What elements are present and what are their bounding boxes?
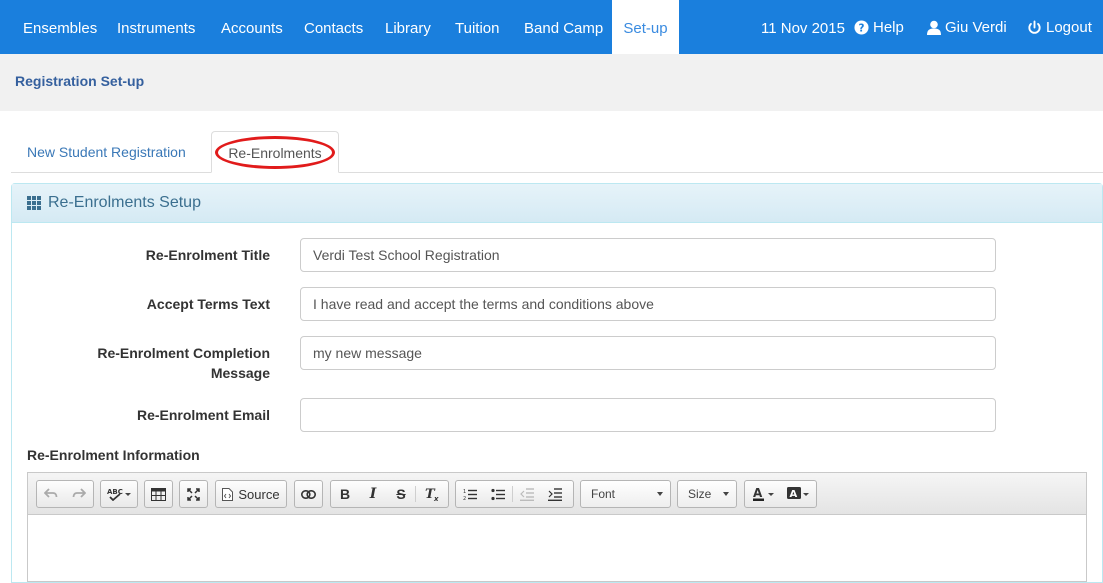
font-select[interactable]: Font [580, 480, 671, 508]
spellcheck-icon: ABC [101, 481, 137, 507]
color-group: A A [744, 480, 817, 508]
source-icon [222, 487, 234, 501]
accept-terms-text-input[interactable]: I have read and accept the terms and con… [300, 287, 996, 321]
spellcheck-button[interactable]: ABC [100, 480, 138, 508]
source-button[interactable]: Source [215, 480, 287, 508]
re-enrolment-title-input[interactable]: Verdi Test School Registration [300, 238, 996, 272]
source-button-inner: Source [216, 481, 286, 507]
link-icon [295, 481, 322, 507]
accept-terms-text-label: Accept Terms Text [146, 296, 270, 312]
source-label: Source [238, 486, 280, 502]
editor-toolbar: ABC Source B I S T x 1 2 Font Size A A [28, 473, 1086, 515]
undo-redo-group [36, 480, 94, 508]
italic-icon[interactable]: I [359, 481, 387, 507]
undo-icon[interactable] [37, 481, 65, 507]
panel-title: Re-Enrolments Setup [48, 194, 201, 211]
bulleted-list-icon[interactable] [484, 481, 512, 507]
remove-format-icon[interactable]: Tx [416, 481, 448, 507]
current-date: 11 Nov 2015 [761, 20, 845, 37]
link-button[interactable] [294, 480, 323, 508]
user-name: Giu Verdi [945, 18, 1007, 36]
bold-icon[interactable]: B [331, 481, 359, 507]
font-select-label: Font [591, 487, 616, 501]
numbered-list-icon[interactable]: 12 [456, 481, 484, 507]
maximize-icon [180, 481, 207, 507]
svg-text:1: 1 [463, 489, 466, 495]
page-title: Registration Set-up [15, 73, 145, 89]
text-color-icon[interactable]: A [745, 481, 781, 507]
completion-message-label-line2: Message [210, 365, 270, 381]
svg-text:A: A [790, 489, 798, 500]
svg-text:A: A [753, 487, 763, 500]
editor-content-area[interactable] [28, 515, 1086, 581]
completion-message-label: Re-Enrolment Completion Message [12, 343, 270, 383]
completion-message-input[interactable]: my new message [300, 336, 996, 370]
grid-icon [27, 196, 41, 210]
nav-ensembles[interactable]: Ensembles [23, 0, 97, 54]
power-icon [1028, 19, 1041, 34]
nav-tuition[interactable]: Tuition [455, 0, 499, 54]
completion-message-label-line1: Re-Enrolment Completion [97, 345, 270, 361]
size-select[interactable]: Size [677, 480, 737, 508]
basic-styles-group: B I S Tx [330, 480, 449, 508]
table-icon [145, 481, 172, 507]
help-link[interactable]: ? Help [854, 0, 904, 54]
svg-text:2: 2 [463, 496, 466, 501]
nav-instruments[interactable]: Instruments [117, 0, 195, 54]
outdent-icon[interactable] [513, 481, 541, 507]
user-menu[interactable]: Giu Verdi [927, 0, 1007, 54]
nav-contacts[interactable]: Contacts [304, 0, 363, 54]
tab-re-enrolments[interactable]: Re-Enrolments [211, 131, 339, 173]
re-enrolment-title-label: Re-Enrolment Title [145, 247, 270, 263]
svg-text:?: ? [859, 22, 865, 34]
help-label: Help [873, 18, 904, 36]
rich-text-editor: ABC Source B I S T x 1 2 Font Size A A [27, 472, 1087, 582]
nav-library[interactable]: Library [385, 0, 431, 54]
chevron-down-icon [723, 492, 729, 496]
top-navbar: Ensembles Instruments Accounts Contacts … [0, 0, 1103, 54]
background-color-icon[interactable]: A [781, 481, 817, 507]
list-indent-group: 12 [455, 480, 574, 508]
redo-icon[interactable] [65, 481, 93, 507]
page-header: Registration Set-up [0, 54, 1103, 111]
re-enrolment-email-input[interactable] [300, 398, 996, 432]
re-enrolment-email-label: Re-Enrolment Email [136, 407, 270, 423]
strike-icon[interactable]: S [387, 481, 415, 507]
highlight-circle [215, 136, 335, 169]
logout-link[interactable]: Logout [1027, 0, 1092, 54]
question-circle-icon: ? [854, 19, 869, 35]
svg-text:x: x [433, 495, 439, 501]
indent-icon[interactable] [541, 481, 569, 507]
tabs-divider [11, 172, 1103, 173]
panel-heading: Re-Enrolments Setup [12, 184, 1102, 223]
nav-band-camp[interactable]: Band Camp [524, 0, 603, 54]
table-button[interactable] [144, 480, 173, 508]
maximize-button[interactable] [179, 480, 208, 508]
logout-label: Logout [1046, 18, 1092, 36]
size-select-label: Size [688, 487, 712, 501]
svg-text:ABC: ABC [107, 488, 123, 496]
chevron-down-icon [657, 492, 663, 496]
nav-set-up[interactable]: Set-up [612, 0, 679, 54]
re-enrolment-information-label: Re-Enrolment Information [27, 447, 200, 463]
nav-accounts[interactable]: Accounts [221, 0, 283, 54]
tab-new-student-registration[interactable]: New Student Registration [14, 131, 199, 173]
user-icon [927, 20, 941, 35]
